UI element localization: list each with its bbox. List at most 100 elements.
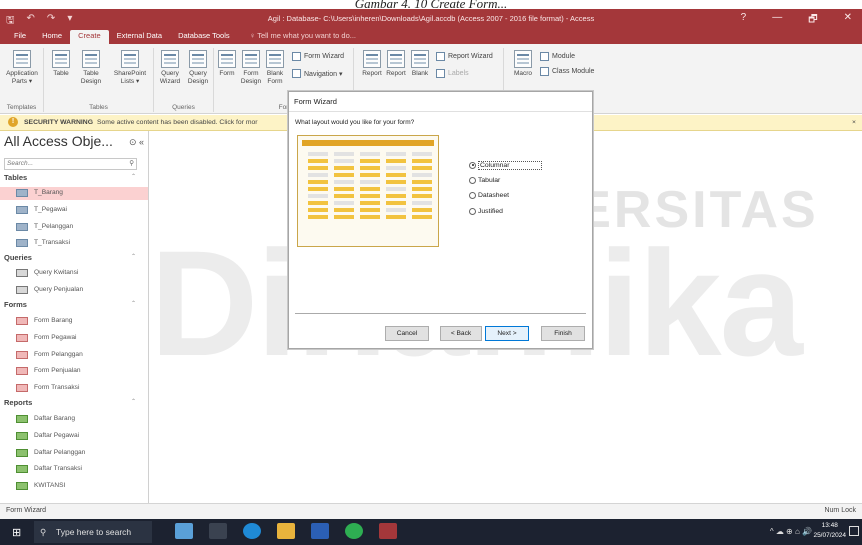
form-button[interactable]: Form bbox=[216, 50, 238, 78]
report-design-button[interactable]: Report bbox=[384, 50, 408, 78]
group-label-templates: Templates bbox=[6, 104, 37, 111]
taskbar-apps bbox=[175, 523, 397, 539]
file-explorer-icon[interactable] bbox=[277, 523, 295, 539]
clock[interactable]: 13:48 25/07/2024 bbox=[813, 521, 846, 541]
tell-me-box[interactable]: ♀ Tell me what you want to do... bbox=[242, 30, 364, 44]
notification-icon[interactable] bbox=[849, 526, 859, 536]
form-icon bbox=[16, 384, 28, 392]
radio-datasheet[interactable] bbox=[469, 191, 476, 199]
module-button[interactable]: Module bbox=[540, 52, 575, 61]
application-parts-icon bbox=[13, 50, 31, 68]
tell-me-text: Tell me what you want to do... bbox=[257, 31, 357, 40]
form-icon bbox=[218, 50, 236, 68]
status-bar: Form Wizard Num Lock bbox=[0, 503, 862, 519]
restore-button[interactable]: 🗗 bbox=[808, 12, 817, 29]
nav-item-form-pegawai[interactable]: Form Pegawai bbox=[14, 332, 148, 345]
nav-item-kwitansi[interactable]: KWITANSI bbox=[14, 480, 148, 493]
form-design-icon bbox=[242, 50, 260, 68]
chrome-icon[interactable] bbox=[345, 523, 363, 539]
next-button[interactable]: Next > bbox=[485, 326, 529, 341]
nav-group-tables[interactable]: Tables ⌃ bbox=[4, 173, 144, 183]
tab-create[interactable]: Create bbox=[70, 30, 109, 44]
table-icon bbox=[16, 189, 28, 197]
help-button[interactable]: ? bbox=[741, 12, 747, 29]
nav-item-t-barang[interactable]: T_Barang bbox=[0, 187, 148, 200]
query-wizard-button[interactable]: Query Wizard bbox=[156, 50, 184, 86]
nav-item-daftar-transaksi[interactable]: Daftar Transaksi bbox=[14, 463, 148, 476]
form-icon bbox=[16, 351, 28, 359]
windows-start-icon[interactable]: ⊞ bbox=[12, 526, 21, 539]
tab-home[interactable]: Home bbox=[34, 30, 70, 44]
tab-file[interactable]: File bbox=[6, 30, 34, 44]
cancel-button[interactable]: Cancel bbox=[385, 326, 429, 341]
nav-item-query-kwitansi[interactable]: Query Kwitansi bbox=[14, 267, 148, 280]
nav-item-form-penjualan[interactable]: Form Penjualan bbox=[14, 365, 148, 378]
blank-report-button[interactable]: Blank bbox=[408, 50, 432, 78]
query-wizard-icon bbox=[161, 50, 179, 68]
widgets-icon[interactable] bbox=[175, 523, 193, 539]
class-module-button[interactable]: Class Module bbox=[540, 67, 594, 76]
nav-group-reports[interactable]: Reports ⌃ bbox=[4, 398, 144, 408]
report-wizard-button[interactable]: Report Wizard bbox=[436, 52, 493, 61]
nav-group-queries[interactable]: Queries ⌃ bbox=[4, 253, 144, 263]
option-tabular[interactable]: Tabular bbox=[469, 174, 500, 186]
table-icon bbox=[16, 239, 28, 247]
blank-form-button[interactable]: Blank Form bbox=[264, 50, 286, 86]
finish-button[interactable]: Finish bbox=[541, 326, 585, 341]
system-tray[interactable]: ^ ☁ ⊕ ⌂ 🔊 bbox=[770, 527, 812, 536]
radio-columnar[interactable] bbox=[469, 161, 476, 169]
edge-icon[interactable] bbox=[243, 523, 261, 539]
nav-pane-header[interactable]: All Access Obje... ⊙ « bbox=[4, 133, 144, 155]
form-design-button[interactable]: Form Design bbox=[238, 50, 264, 86]
macro-button[interactable]: Macro bbox=[510, 50, 536, 78]
nav-item-form-pelanggan[interactable]: Form Pelanggan bbox=[14, 349, 148, 362]
radio-tabular[interactable] bbox=[469, 176, 476, 184]
task-view-icon[interactable] bbox=[209, 523, 227, 539]
table-design-button[interactable]: Table Design bbox=[76, 50, 106, 86]
close-warning-icon[interactable]: × bbox=[852, 115, 856, 130]
report-design-icon bbox=[387, 50, 405, 68]
group-label-tables: Tables bbox=[89, 104, 108, 111]
nav-group-forms[interactable]: Forms ⌃ bbox=[4, 300, 144, 310]
table-icon bbox=[16, 223, 28, 231]
navigation-pane: All Access Obje... ⊙ « Search... ⚲ Table… bbox=[0, 131, 149, 503]
close-button[interactable]: ✕ bbox=[844, 12, 852, 29]
tab-database-tools[interactable]: Database Tools bbox=[170, 30, 238, 44]
report-button[interactable]: Report bbox=[360, 50, 384, 78]
nav-item-t-transaksi[interactable]: T_Transaksi bbox=[14, 237, 148, 250]
minimize-button[interactable]: — bbox=[772, 12, 782, 29]
security-warning-text[interactable]: Some active content has been disabled. C… bbox=[97, 119, 258, 126]
sharepoint-lists-button[interactable]: SharePoint Lists ▾ bbox=[108, 50, 152, 86]
access-icon[interactable] bbox=[379, 523, 397, 539]
option-justified[interactable]: Justified bbox=[469, 205, 503, 217]
application-parts-button[interactable]: Application Parts ▾ bbox=[2, 50, 42, 86]
group-queries: Query Wizard Query Design Queries bbox=[154, 48, 214, 112]
collapse-icon: ⌃ bbox=[130, 399, 136, 405]
nav-item-t-pelanggan[interactable]: T_Pelanggan bbox=[14, 221, 148, 234]
nav-item-query-penjualan[interactable]: Query Penjualan bbox=[14, 284, 148, 297]
navigation-button[interactable]: Navigation ▾ bbox=[292, 69, 343, 78]
word-icon[interactable] bbox=[311, 523, 329, 539]
form-wizard-button[interactable]: Form Wizard bbox=[292, 52, 344, 61]
report-icon bbox=[16, 449, 28, 457]
ribbon-tabs: File Home Create External Data Database … bbox=[0, 30, 862, 44]
preview-header bbox=[302, 140, 434, 146]
option-datasheet[interactable]: Datasheet bbox=[469, 189, 509, 201]
taskbar-search[interactable]: ⚲ Type here to search bbox=[34, 521, 152, 543]
nav-item-form-barang[interactable]: Form Barang bbox=[14, 315, 148, 328]
radio-justified[interactable] bbox=[469, 207, 476, 215]
nav-item-form-transaksi[interactable]: Form Transaksi bbox=[14, 382, 148, 395]
nav-item-daftar-barang[interactable]: Daftar Barang bbox=[14, 413, 148, 426]
labels-button[interactable]: Labels bbox=[436, 69, 469, 78]
sharepoint-icon bbox=[121, 50, 139, 68]
query-design-button[interactable]: Query Design bbox=[184, 50, 212, 86]
table-button[interactable]: Table bbox=[48, 50, 74, 78]
nav-pane-menu-icon[interactable]: ⊙ « bbox=[129, 137, 144, 148]
nav-item-daftar-pegawai[interactable]: Daftar Pegawai bbox=[14, 430, 148, 443]
option-columnar[interactable]: Columnar bbox=[469, 159, 543, 171]
tab-external-data[interactable]: External Data bbox=[109, 30, 170, 44]
nav-item-daftar-pelanggan[interactable]: Daftar Pelanggan bbox=[14, 447, 148, 460]
nav-search-input[interactable]: Search... ⚲ bbox=[4, 158, 137, 170]
nav-item-t-pegawai[interactable]: T_Pegawai bbox=[14, 204, 148, 217]
back-button[interactable]: < Back bbox=[440, 326, 482, 341]
